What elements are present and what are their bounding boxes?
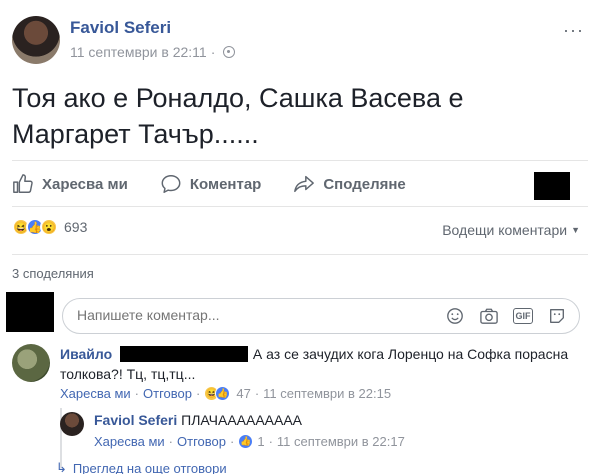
wow-reaction-icon: 😮 bbox=[40, 218, 58, 236]
redacted-composer-avatar bbox=[6, 292, 54, 332]
comment-label: Коментар bbox=[189, 175, 262, 193]
reply-author-avatar[interactable] bbox=[60, 412, 84, 436]
like-button[interactable]: Харесва ми bbox=[12, 173, 128, 195]
reply-reaction-count: 1 bbox=[257, 434, 265, 449]
commenter-avatar[interactable] bbox=[12, 344, 50, 382]
reply-arrow-icon: ↳ bbox=[56, 460, 67, 474]
emoji-icon[interactable] bbox=[445, 306, 465, 326]
reply-reactions[interactable]: 👍 bbox=[238, 434, 254, 449]
separator-dot: · bbox=[210, 44, 216, 60]
caret-down-icon: ▼ bbox=[571, 225, 580, 235]
comment-reaction-count: 47 bbox=[236, 386, 251, 401]
globe-icon bbox=[223, 46, 236, 58]
post-timestamp[interactable]: 11 септември в 22:11 bbox=[70, 44, 207, 60]
comment-like-link[interactable]: Харесва ми bbox=[60, 386, 131, 401]
sort-label: Водещи коментари bbox=[442, 222, 568, 238]
reactions-summary[interactable]: 😆 👍 😮 693 bbox=[12, 218, 87, 236]
separator-dot: · bbox=[268, 434, 273, 449]
reply-text: ПЛАЧААААААААА bbox=[181, 412, 303, 428]
author-name[interactable]: Faviol Seferi bbox=[70, 18, 171, 38]
reply-meta: Харесва ми · Отговор · 👍 1 · 11 септемвр… bbox=[94, 434, 405, 449]
reply-like-link[interactable]: Харесва ми bbox=[94, 434, 165, 449]
separator-dot: · bbox=[254, 386, 260, 401]
thumbs-up-icon bbox=[13, 174, 33, 193]
like-reaction-icon: 👍 bbox=[215, 386, 231, 401]
gif-icon[interactable]: GIF bbox=[513, 308, 533, 324]
post-header: Faviol Seferi 11 септември в 22:11 · ··· bbox=[12, 16, 588, 68]
share-button[interactable]: Споделяне bbox=[293, 173, 406, 195]
more-options-icon[interactable]: ··· bbox=[563, 20, 584, 41]
comment-timestamp[interactable]: 11 септември в 22:15 bbox=[263, 386, 391, 401]
separator-dot: · bbox=[230, 434, 235, 449]
like-reaction-icon: 👍 bbox=[238, 434, 254, 449]
facebook-post: Faviol Seferi 11 септември в 22:11 · ···… bbox=[0, 0, 600, 474]
like-label: Харесва ми bbox=[42, 175, 128, 193]
separator-dot: · bbox=[168, 434, 174, 449]
view-more-replies-label: Преглед на още отговори bbox=[72, 460, 227, 474]
redacted-block bbox=[534, 172, 570, 200]
reply-author[interactable]: Faviol Seferi bbox=[94, 412, 177, 428]
shares-count[interactable]: 3 споделяния bbox=[12, 266, 94, 281]
sticker-icon[interactable] bbox=[547, 306, 567, 326]
view-more-replies-link[interactable]: ↳ Преглед на още отговори bbox=[56, 460, 227, 474]
share-arrow-icon bbox=[294, 175, 315, 193]
divider bbox=[12, 160, 588, 161]
comment-reactions[interactable]: 😆 👍 bbox=[204, 386, 231, 401]
reaction-count: 693 bbox=[64, 219, 88, 235]
comment-reply-link[interactable]: Отговор bbox=[143, 386, 192, 401]
post-actions: Харесва ми Коментар Споделяне bbox=[12, 166, 588, 202]
separator-dot: · bbox=[134, 386, 140, 401]
share-label: Споделяне bbox=[323, 175, 406, 193]
divider bbox=[12, 254, 588, 255]
author-avatar[interactable] bbox=[12, 16, 60, 64]
comment-composer[interactable]: GIF bbox=[62, 298, 580, 334]
reply-body: Faviol Seferi ПЛАЧААААААААА bbox=[94, 410, 302, 430]
comment-body: Ивайло А аз се зачудих кога Лоренцо на С… bbox=[60, 344, 580, 384]
camera-icon[interactable] bbox=[479, 306, 499, 326]
redacted-surname bbox=[120, 346, 249, 362]
reply-reply-link[interactable]: Отговор bbox=[177, 434, 226, 449]
comment-sort-dropdown[interactable]: Водещи коментари ▼ bbox=[442, 222, 580, 238]
divider bbox=[12, 206, 588, 207]
composer-icons: GIF bbox=[445, 306, 567, 326]
comment-input[interactable] bbox=[77, 307, 417, 323]
separator-dot: · bbox=[196, 386, 201, 401]
comment-bubble-icon bbox=[161, 175, 181, 193]
comment-button[interactable]: Коментар bbox=[160, 173, 261, 195]
comment-meta: Харесва ми · Отговор · 😆 👍 47 · 11 септе… bbox=[60, 386, 391, 401]
comment-author[interactable]: Ивайло bbox=[60, 346, 112, 362]
post-text: Тоя ако е Роналдо, Сашка Васева е Маргар… bbox=[12, 83, 464, 149]
post-meta: 11 септември в 22:11 · bbox=[70, 44, 236, 60]
reply-timestamp[interactable]: 11 септември в 22:17 bbox=[277, 434, 405, 449]
